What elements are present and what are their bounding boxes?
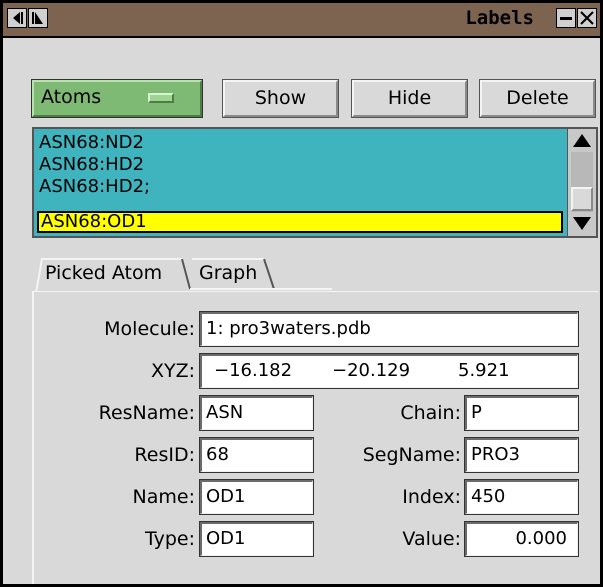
resid-label: ResID: (134, 444, 195, 466)
name-label: Name: (132, 486, 195, 508)
y-value: −20.129 (332, 360, 411, 381)
type-field[interactable]: OD1 (199, 521, 314, 557)
list-item[interactable]: ASN68:HD2; (37, 176, 563, 198)
close-icon[interactable] (577, 8, 597, 28)
tab-picked-atom[interactable]: Picked Atom (45, 253, 162, 292)
resname-field[interactable]: ASN (199, 395, 314, 431)
xyz-label: XYZ: (150, 360, 195, 382)
minimize-icon[interactable] (556, 8, 576, 28)
name-field[interactable]: OD1 (199, 479, 314, 515)
z-value: 5.921 (458, 360, 510, 381)
list-scrollbar[interactable] (567, 129, 596, 236)
window-menu-left-icon[interactable] (7, 8, 27, 28)
index-label: Index: (402, 486, 461, 508)
molecule-label: Molecule: (104, 318, 195, 340)
category-label: Atoms (41, 86, 102, 108)
segname-field[interactable]: PRO3 (464, 437, 579, 473)
delete-button[interactable]: Delete (479, 79, 596, 118)
list-item-selected[interactable]: ASN68:OD1 (37, 211, 563, 233)
category-menu-button[interactable]: Atoms (31, 79, 203, 118)
molecule-field[interactable]: 1: pro3waters.pdb (199, 311, 579, 347)
index-field[interactable]: 450 (464, 479, 579, 515)
value-label: Value: (402, 528, 461, 550)
tab-graph[interactable]: Graph (199, 253, 257, 292)
x-value: −16.182 (214, 360, 293, 381)
show-button[interactable]: Show (222, 79, 339, 118)
menu-indicator-icon (148, 93, 174, 103)
window-menu-right-icon[interactable] (28, 8, 48, 28)
title-bar[interactable]: Labels (3, 3, 600, 38)
hide-button[interactable]: Hide (351, 79, 468, 118)
value-field[interactable]: 0.000 (464, 521, 579, 557)
list-item[interactable]: ASN68:HD2 (37, 154, 563, 176)
segname-label: SegName: (362, 444, 461, 466)
window-title: Labels (465, 7, 534, 29)
xyz-field[interactable]: −16.182 −20.129 5.921 (199, 353, 579, 389)
chain-field[interactable]: P (464, 395, 579, 431)
scroll-down-icon[interactable] (571, 213, 593, 233)
resid-field[interactable]: 68 (199, 437, 314, 473)
scroll-thumb[interactable] (571, 187, 593, 211)
type-label: Type: (144, 528, 195, 550)
chain-label: Chain: (400, 402, 461, 424)
resname-label: ResName: (98, 402, 195, 424)
labels-window: Labels Atoms Show Hide Delete ASN68:ND2 … (0, 0, 603, 587)
label-list[interactable]: ASN68:ND2 ASN68:HD2 ASN68:HD2; ASN68:OD1 (32, 127, 598, 238)
list-item[interactable]: ASN68:ND2 (37, 132, 563, 154)
scroll-up-icon[interactable] (571, 131, 593, 151)
